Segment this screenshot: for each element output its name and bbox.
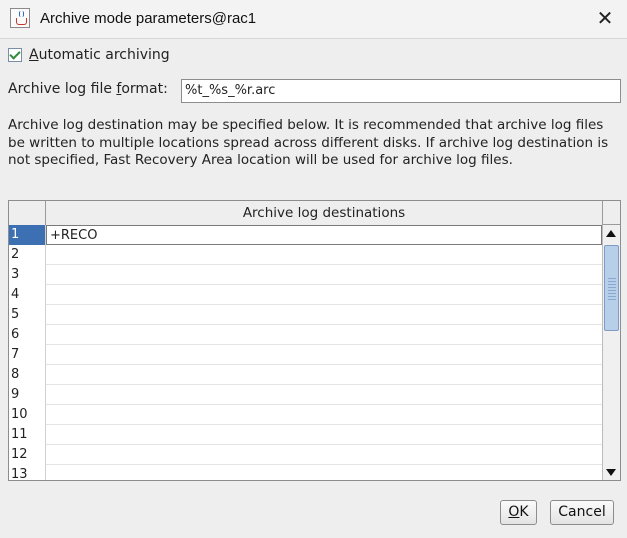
arrow-down-icon: [606, 469, 616, 476]
table-row[interactable]: 4: [9, 285, 602, 305]
arrow-up-icon: [606, 230, 616, 237]
row-number[interactable]: 8: [9, 365, 46, 385]
scroll-up-button[interactable]: [603, 225, 620, 242]
table-row[interactable]: 3: [9, 265, 602, 285]
table-row[interactable]: 1 +RECO: [9, 225, 602, 245]
column-header-archive-log-destinations[interactable]: Archive log destinations: [46, 205, 602, 221]
checkmark-icon: [9, 48, 21, 60]
row-header-corner: [9, 201, 46, 225]
row-number[interactable]: 6: [9, 325, 46, 345]
destination-cell[interactable]: +RECO: [46, 225, 602, 245]
destination-cell[interactable]: [46, 325, 602, 345]
close-icon: ✕: [596, 6, 614, 30]
row-number[interactable]: 2: [9, 245, 46, 265]
row-number[interactable]: 7: [9, 345, 46, 365]
row-number[interactable]: 13: [9, 465, 46, 480]
window-title: Archive mode parameters@rac1: [40, 10, 257, 27]
grip-icon: [608, 276, 616, 300]
java-app-icon: [10, 8, 30, 28]
archive-destinations-table: Archive log destinations 1 +RECO 2 3 4 5 6 7 8 9 1…: [8, 200, 621, 481]
scroll-thumb[interactable]: [604, 245, 619, 331]
description-text: Archive log destination may be specified…: [8, 117, 609, 168]
destination-cell[interactable]: [46, 345, 602, 365]
table-row[interactable]: 6: [9, 325, 602, 345]
destination-cell[interactable]: [46, 465, 602, 480]
table-row[interactable]: 2: [9, 245, 602, 265]
close-button[interactable]: ✕: [588, 6, 622, 32]
table-row[interactable]: 13: [9, 465, 602, 480]
row-number[interactable]: 10: [9, 405, 46, 425]
destination-cell[interactable]: [46, 425, 602, 445]
table-body: 1 +RECO 2 3 4 5 6 7 8 9 10 11 12 13: [9, 225, 602, 480]
automatic-archiving-checkbox[interactable]: [8, 48, 22, 62]
scroll-down-button[interactable]: [603, 464, 620, 480]
table-row[interactable]: 5: [9, 305, 602, 325]
table-row[interactable]: 7: [9, 345, 602, 365]
table-row[interactable]: 10: [9, 405, 602, 425]
row-number[interactable]: 3: [9, 265, 46, 285]
vertical-scrollbar[interactable]: [602, 225, 620, 480]
destination-cell[interactable]: [46, 265, 602, 285]
table-row[interactable]: 9: [9, 385, 602, 405]
destination-cell[interactable]: [46, 365, 602, 385]
row-number[interactable]: 12: [9, 445, 46, 465]
row-number[interactable]: 11: [9, 425, 46, 445]
destination-cell[interactable]: [46, 245, 602, 265]
destination-cell[interactable]: [46, 445, 602, 465]
table-row[interactable]: 8: [9, 365, 602, 385]
table-row[interactable]: 12: [9, 445, 602, 465]
automatic-archiving-label[interactable]: Automatic archiving: [29, 47, 170, 63]
ok-button[interactable]: OK: [500, 500, 537, 525]
scroll-corner: [602, 201, 620, 225]
destination-cell[interactable]: [46, 285, 602, 305]
cancel-button[interactable]: Cancel: [550, 500, 614, 525]
destination-cell[interactable]: [46, 405, 602, 425]
table-row[interactable]: 11: [9, 425, 602, 445]
archive-log-format-input[interactable]: %t_%s_%r.arc: [181, 79, 621, 103]
destination-cell[interactable]: [46, 385, 602, 405]
archive-log-format-label: Archive log file format:: [8, 81, 168, 97]
title-bar: Archive mode parameters@rac1 ✕: [0, 0, 627, 39]
row-number[interactable]: 5: [9, 305, 46, 325]
row-number[interactable]: 4: [9, 285, 46, 305]
table-header: Archive log destinations: [9, 201, 602, 226]
destination-cell[interactable]: [46, 305, 602, 325]
row-number[interactable]: 1: [9, 225, 46, 245]
row-number[interactable]: 9: [9, 385, 46, 405]
